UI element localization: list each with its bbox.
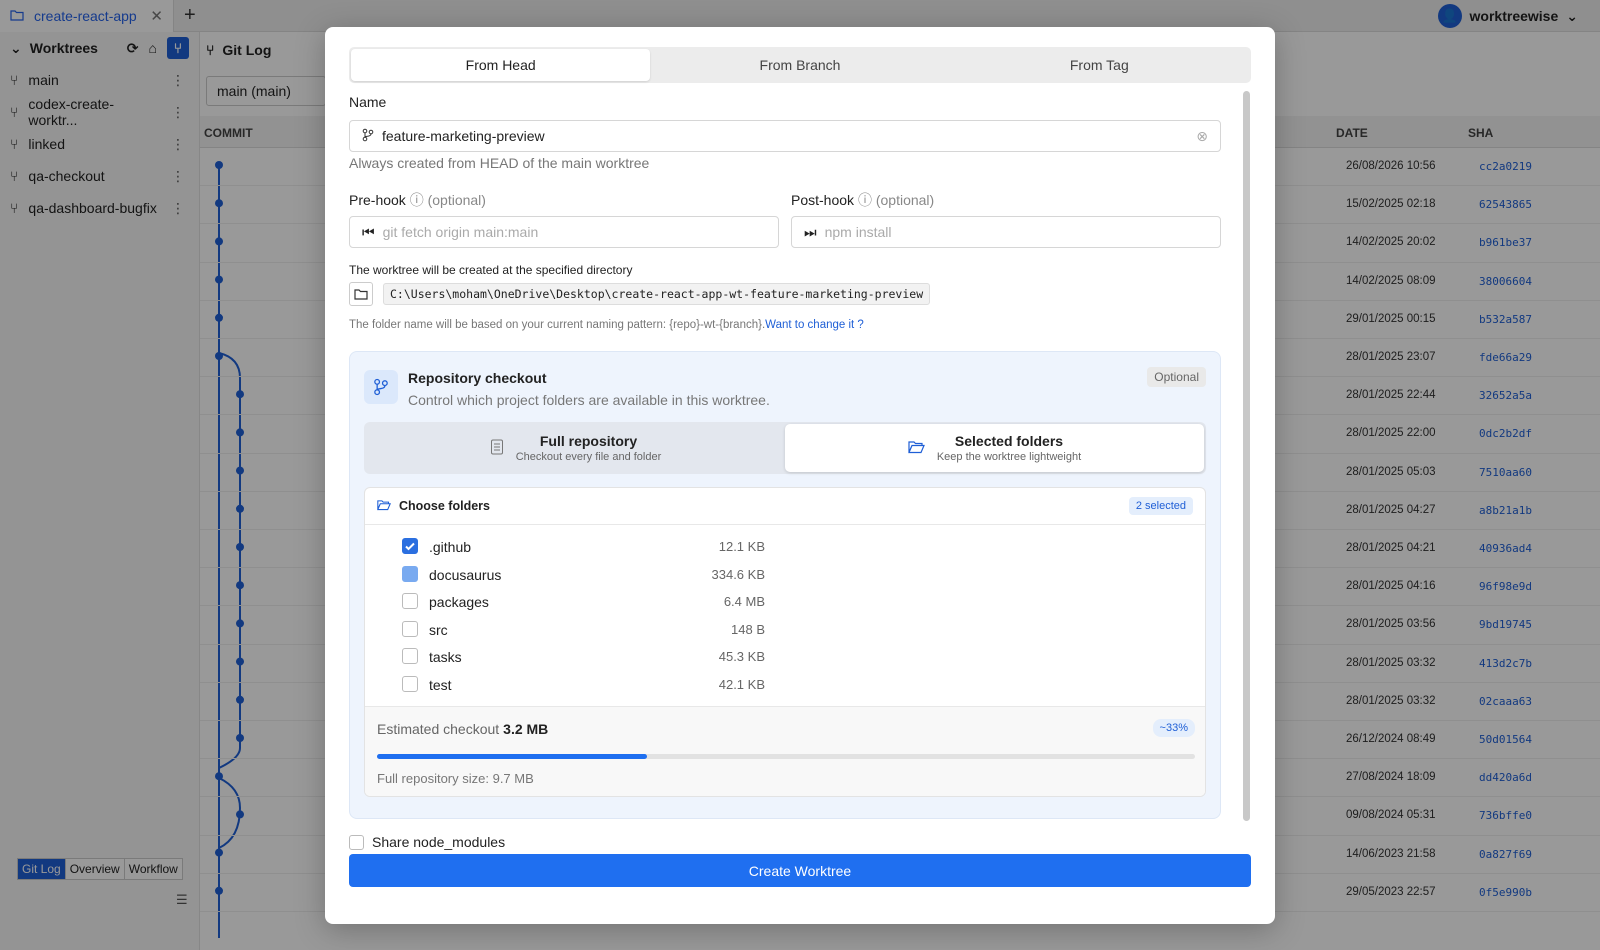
selected-count-badge: 2 selected [1128, 497, 1193, 515]
folder-size: 334.6 KB [711, 566, 766, 582]
folder-row[interactable]: test 42.1 KB [365, 672, 1205, 700]
checkout-estimate: Estimated checkout 3.2 MB ~33% Full repos… [365, 706, 1205, 796]
full-repository-sub: Checkout every file and folder [515, 451, 662, 463]
posthook-label-text: Post-hook [791, 192, 855, 208]
estimate-percent-badge: ~33% [1152, 719, 1195, 737]
folder-checkbox[interactable] [402, 675, 418, 692]
estimate-value: 3.2 MB [503, 721, 549, 737]
folder-name: src [429, 621, 448, 638]
folder-name: packages [429, 594, 489, 610]
estimate-progress-bar [377, 754, 1195, 759]
checkout-mode-toggle: Full repository Checkout every file and … [364, 422, 1206, 474]
folder-row[interactable]: tasks 45.3 KB [365, 644, 1205, 672]
directory-row: C:\Users\moham\OneDrive\Desktop\create-r… [349, 282, 931, 306]
document-icon [490, 439, 504, 458]
name-label: Name [349, 94, 387, 110]
posthook-optional: (optional) [875, 192, 935, 208]
name-value: feature-marketing-preview [382, 128, 545, 144]
naming-note-text: The folder name will be based on your cu… [349, 319, 766, 331]
folder-open-icon [907, 440, 925, 457]
source-tabs: From Head From Branch From Tag [349, 47, 1251, 83]
choose-folders-title: Choose folders [399, 499, 490, 513]
folder-name: tasks [429, 649, 462, 665]
selected-folders-sub: Keep the worktree lightweight [936, 451, 1082, 463]
dialog-scrollbar[interactable] [1243, 91, 1250, 821]
posthook-placeholder: npm install [824, 224, 892, 240]
repository-checkout-card: Repository checkout Control which projec… [349, 351, 1221, 819]
selected-folders-option[interactable]: Selected folders Keep the worktree light… [785, 424, 1204, 472]
info-icon: ⓘ [857, 192, 872, 208]
name-hint: Always created from HEAD of the main wor… [349, 155, 650, 171]
folder-size: 42.1 KB [718, 676, 765, 692]
folder-size: 6.4 MB [723, 594, 765, 609]
choose-folders-panel: Choose folders 2 selected .github 12.1 KB… [364, 487, 1206, 797]
checkout-subtitle: Control which project folders are availa… [408, 392, 770, 408]
share-node-modules-label: Share node_modules [372, 834, 506, 850]
share-node-modules[interactable]: Share node_modules [349, 833, 505, 851]
full-repository-option[interactable]: Full repository Checkout every file and … [366, 424, 785, 472]
prehook-optional: (optional) [427, 192, 486, 208]
tab-from-head[interactable]: From Head [351, 49, 651, 81]
create-worktree-dialog: From Head From Branch From Tag Name feat… [325, 27, 1275, 924]
skip-forward-icon: ⏭ [804, 223, 817, 240]
full-repository-size: Full repository size: 9.7 MB [377, 771, 534, 786]
folder-open-icon [377, 499, 391, 514]
selected-folders-title: Selected folders [954, 433, 1064, 449]
full-repository-title: Full repository [539, 433, 638, 449]
folder-size: 12.1 KB [718, 539, 765, 554]
skip-back-icon: ⏮ [362, 223, 375, 240]
tab-from-tag[interactable]: From Tag [950, 49, 1249, 81]
folder-checkbox[interactable] [402, 593, 418, 609]
share-node-modules-checkbox[interactable] [349, 834, 364, 850]
folder-row[interactable]: docusaurus 334.6 KB [365, 562, 1205, 590]
folder-size: 148 B [731, 621, 765, 637]
folder-checkbox[interactable] [402, 648, 418, 664]
folder-name: test [429, 676, 452, 693]
directory-path: C:\Users\moham\OneDrive\Desktop\create-r… [383, 283, 931, 305]
change-naming-link[interactable]: Want to change it ? [765, 319, 864, 331]
tab-from-branch[interactable]: From Branch [650, 49, 949, 81]
optional-badge: Optional [1147, 367, 1206, 387]
estimate-label-text: Estimated checkout [377, 721, 500, 737]
browse-folder-icon[interactable] [349, 282, 373, 306]
folder-name: docusaurus [429, 566, 502, 583]
git-branch-icon [362, 128, 374, 145]
folder-name: .github [429, 539, 472, 555]
clear-icon[interactable]: ⊗ [1196, 128, 1208, 145]
folder-size: 45.3 KB [718, 649, 765, 664]
prehook-label: Pre-hook ⓘ (optional) [349, 190, 486, 210]
estimate-label: Estimated checkout 3.2 MB [377, 721, 548, 737]
folder-row[interactable]: src 148 B [365, 617, 1205, 645]
folder-row[interactable]: .github 12.1 KB [365, 534, 1205, 562]
info-icon: ⓘ [409, 192, 424, 208]
naming-note: The folder name will be based on your cu… [349, 319, 864, 331]
posthook-label: Post-hook ⓘ (optional) [791, 190, 934, 210]
create-worktree-button[interactable]: Create Worktree [349, 854, 1251, 887]
choose-folders-header: Choose folders 2 selected [365, 488, 1205, 525]
posthook-field[interactable]: ⏭ npm install [791, 216, 1221, 248]
folder-checkbox[interactable] [402, 538, 418, 554]
estimate-progress-fill [377, 754, 647, 759]
directory-label: The worktree will be created at the spec… [349, 263, 633, 277]
prehook-placeholder: git fetch origin main:main [382, 224, 539, 240]
folder-row[interactable]: packages 6.4 MB [365, 589, 1205, 617]
prehook-label-text: Pre-hook [349, 192, 406, 208]
folder-checkbox[interactable] [402, 620, 418, 637]
prehook-field[interactable]: ⏮ git fetch origin main:main [349, 216, 779, 248]
checkout-title: Repository checkout [408, 370, 547, 386]
name-field[interactable]: feature-marketing-preview ⊗ [349, 120, 1221, 152]
git-branch-icon [364, 370, 398, 404]
folder-checkbox[interactable] [402, 565, 418, 582]
